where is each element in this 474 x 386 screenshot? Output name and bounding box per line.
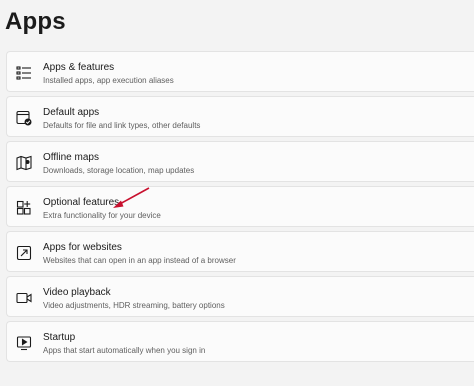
setting-title: Default apps xyxy=(43,107,100,118)
setting-default-apps[interactable]: Default apps Defaults for file and link … xyxy=(6,96,474,137)
setting-description: Video adjustments, HDR streaming, batter… xyxy=(43,301,225,310)
apps-for-websites-icon xyxy=(15,244,33,262)
settings-list: Apps & features Installed apps, app exec… xyxy=(6,51,474,366)
map-icon xyxy=(15,154,33,172)
setting-description: Websites that can open in an app instead… xyxy=(43,256,236,265)
setting-title: Apps & features xyxy=(43,62,115,73)
default-apps-icon xyxy=(15,109,33,127)
setting-apps-features[interactable]: Apps & features Installed apps, app exec… xyxy=(6,51,474,92)
setting-title: Optional features xyxy=(43,197,120,208)
setting-description: Extra functionality for your device xyxy=(43,211,161,220)
annotation-arrow-icon xyxy=(113,187,150,208)
setting-title: Video playback xyxy=(43,287,111,298)
setting-description: Installed apps, app execution aliases xyxy=(43,76,174,85)
setting-title: Apps for websites xyxy=(43,242,122,253)
optional-features-icon xyxy=(15,199,33,217)
setting-title: Offline maps xyxy=(43,152,99,163)
setting-description: Downloads, storage location, map updates xyxy=(43,166,195,175)
setting-description: Defaults for file and link types, other … xyxy=(43,121,201,130)
page-title: Apps xyxy=(5,8,66,35)
startup-icon xyxy=(15,334,33,352)
setting-description: Apps that start automatically when you s… xyxy=(43,346,206,355)
setting-title: Startup xyxy=(43,332,76,343)
video-icon xyxy=(15,289,33,307)
apps-list-icon xyxy=(15,64,33,82)
setting-offline-maps[interactable]: Offline maps Downloads, storage location… xyxy=(6,141,474,182)
setting-optional-features[interactable]: Optional features Extra functionality fo… xyxy=(6,186,474,227)
setting-apps-for-websites[interactable]: Apps for websites Websites that can open… xyxy=(6,231,474,272)
setting-startup[interactable]: Startup Apps that start automatically wh… xyxy=(6,321,474,362)
setting-video-playback[interactable]: Video playback Video adjustments, HDR st… xyxy=(6,276,474,317)
